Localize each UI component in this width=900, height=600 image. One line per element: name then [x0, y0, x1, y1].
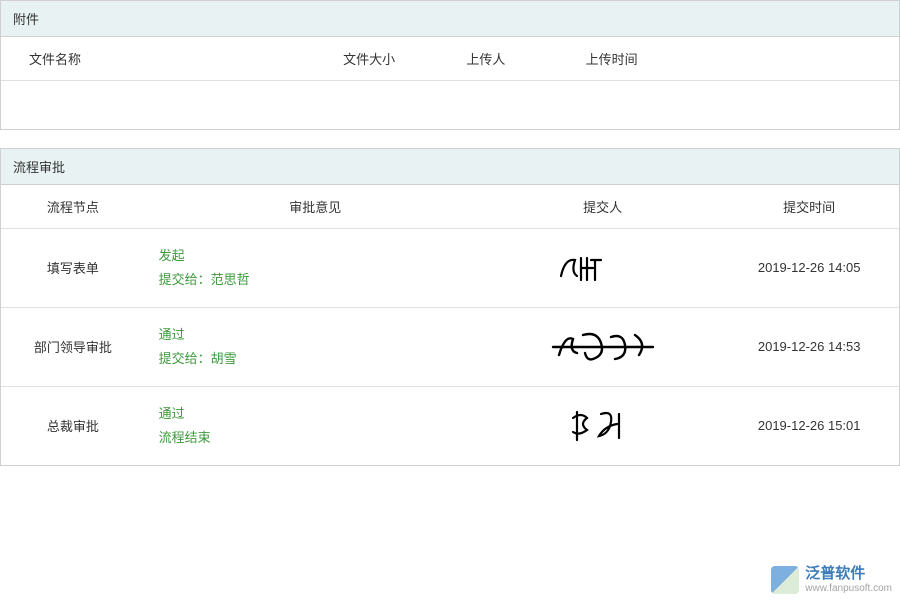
col-submit-time: 提交时间	[719, 185, 899, 229]
watermark-logo-icon	[771, 566, 799, 594]
node-cell: 部门领导审批	[1, 307, 145, 386]
attachments-empty-row	[1, 81, 899, 129]
approval-row: 总裁审批 通过 流程结束 2019-12-26 15:01	[1, 386, 899, 465]
attachments-header: 附件	[1, 1, 899, 37]
opinion-line2: 流程结束	[159, 426, 478, 449]
col-submitter: 提交人	[486, 185, 719, 229]
col-upload-time: 上传时间	[540, 37, 684, 81]
node-cell: 填写表单	[1, 228, 145, 307]
submit-time-cell: 2019-12-26 14:53	[719, 307, 899, 386]
opinion-line1: 通过	[159, 402, 478, 425]
submit-time-cell: 2019-12-26 15:01	[719, 386, 899, 465]
opinion-cell: 通过 流程结束	[145, 386, 486, 465]
col-node: 流程节点	[1, 185, 145, 229]
approval-row: 部门领导审批 通过 提交给：胡雪 2019-12-26 14:53	[1, 307, 899, 386]
signature-icon	[543, 404, 663, 448]
opinion-cell: 发起 提交给：范思哲	[145, 228, 486, 307]
col-filename: 文件名称	[1, 37, 306, 81]
col-extra-2	[791, 37, 899, 81]
opinion-line1: 通过	[159, 323, 478, 346]
submitter-cell	[486, 307, 719, 386]
node-cell: 总裁审批	[1, 386, 145, 465]
opinion-line2: 提交给：胡雪	[159, 347, 478, 370]
watermark: 泛普软件 www.fanpusoft.com	[771, 566, 892, 594]
col-uploader: 上传人	[432, 37, 540, 81]
submitter-cell	[486, 228, 719, 307]
approval-row: 填写表单 发起 提交给：范思哲 2019-12-26 14:05	[1, 228, 899, 307]
approval-header: 流程审批	[1, 149, 899, 185]
col-opinion: 审批意见	[145, 185, 486, 229]
opinion-line2: 提交给：范思哲	[159, 268, 478, 291]
col-extra-1	[683, 37, 791, 81]
opinion-cell: 通过 提交给：胡雪	[145, 307, 486, 386]
watermark-url: www.fanpusoft.com	[805, 583, 892, 594]
submitter-cell	[486, 386, 719, 465]
signature-icon	[543, 325, 663, 369]
approval-section: 流程审批 流程节点 审批意见 提交人 提交时间 填写表单 发起 提交给：范思哲	[0, 148, 900, 466]
col-filesize: 文件大小	[306, 37, 432, 81]
attachments-table: 文件名称 文件大小 上传人 上传时间	[1, 37, 899, 129]
submit-time-cell: 2019-12-26 14:05	[719, 228, 899, 307]
signature-icon	[543, 246, 663, 290]
attachments-section: 附件 文件名称 文件大小 上传人 上传时间	[0, 0, 900, 130]
opinion-line1: 发起	[159, 244, 478, 267]
approval-table: 流程节点 审批意见 提交人 提交时间 填写表单 发起 提交给：范思哲	[1, 185, 899, 465]
watermark-title: 泛普软件	[805, 566, 892, 583]
